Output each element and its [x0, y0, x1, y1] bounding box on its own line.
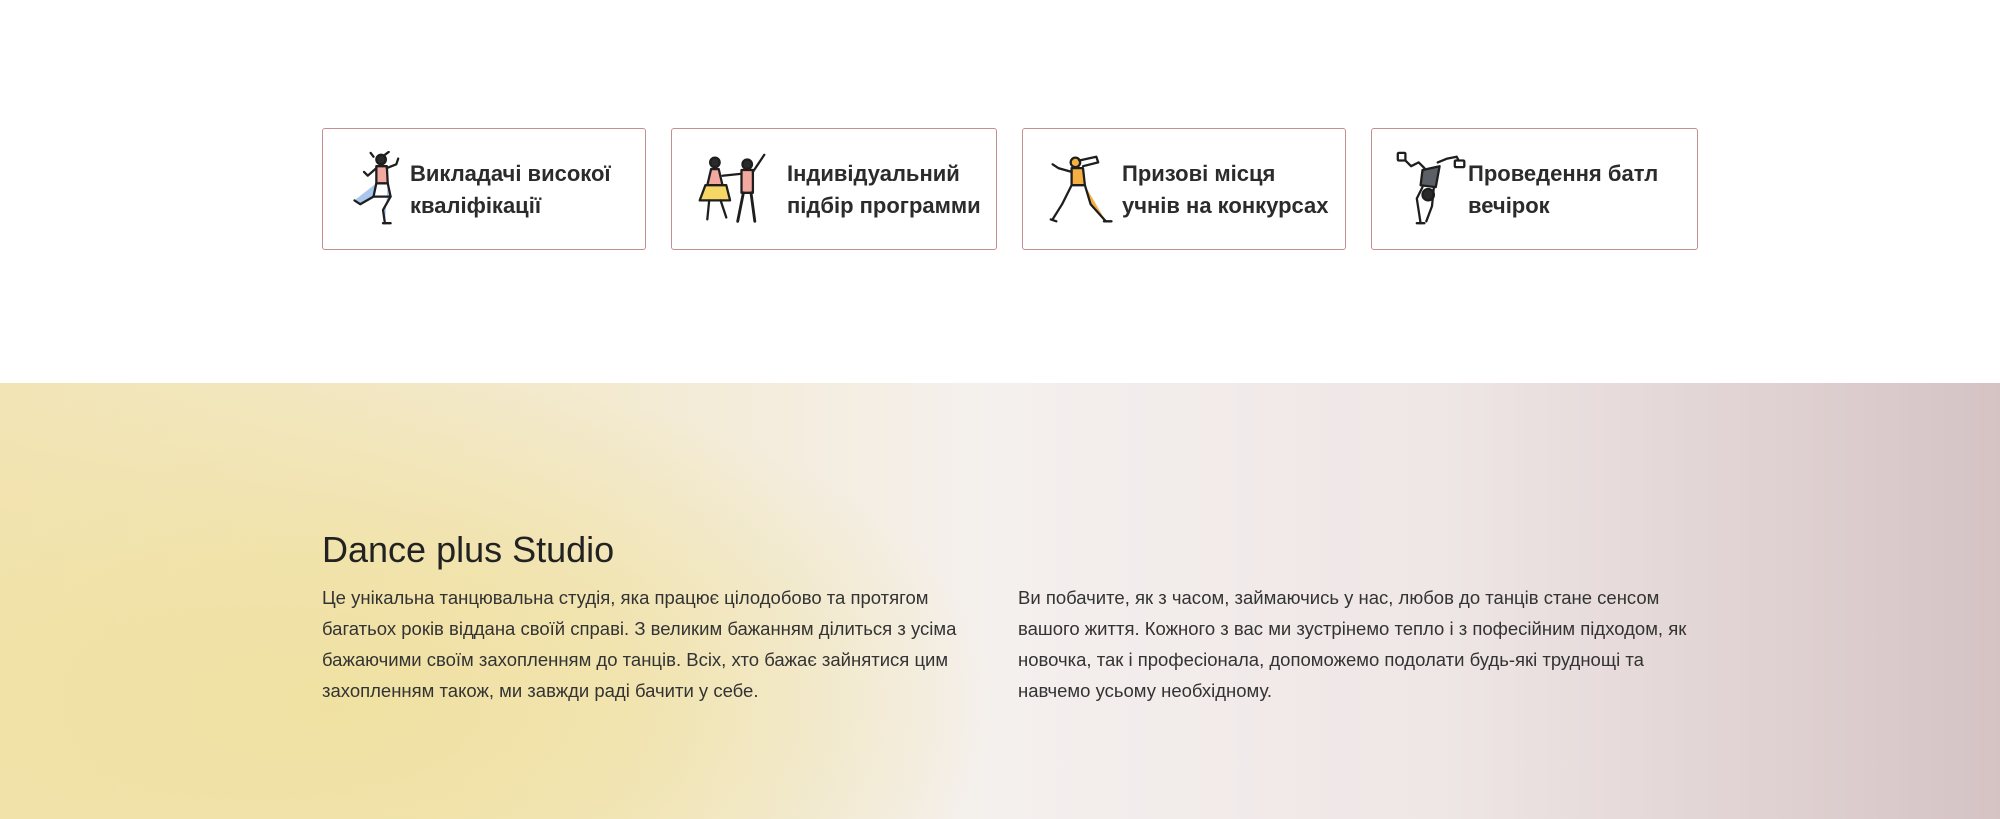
feature-card-battles: Проведення батл вечірок	[1371, 128, 1698, 250]
feature-card-prizes: Призові місця учнів на конкурсах	[1022, 128, 1346, 250]
dance-couple-icon	[694, 151, 770, 227]
feature-card-program: Індивідуальний підбір программи	[671, 128, 997, 250]
about-text-right: Ви побачите, як з часом, займаючись у на…	[1018, 587, 1687, 701]
feature-label: Призові місця учнів на конкурсах	[1122, 161, 1329, 218]
feature-label: Проведення батл вечірок	[1468, 161, 1659, 218]
about-section: Dance plus Studio Це унікальна танцюваль…	[0, 383, 2000, 819]
page: Викладачі високої кваліфікації Індивідуа…	[0, 0, 2000, 819]
feature-card-teachers: Викладачі високої кваліфікації	[322, 128, 646, 250]
feature-label: Індивідуальний підбір программи	[787, 161, 981, 218]
about-title: Dance plus Studio	[322, 529, 615, 570]
breakdancer-icon	[1394, 151, 1470, 227]
dancer-leap-icon	[1045, 151, 1121, 227]
features-row: Викладачі високої кваліфікації Індивідуа…	[322, 128, 1698, 252]
about-text-left: Це унікальна танцювальна студія, яка пра…	[322, 587, 957, 701]
feature-label: Викладачі високої кваліфікації	[410, 161, 611, 218]
